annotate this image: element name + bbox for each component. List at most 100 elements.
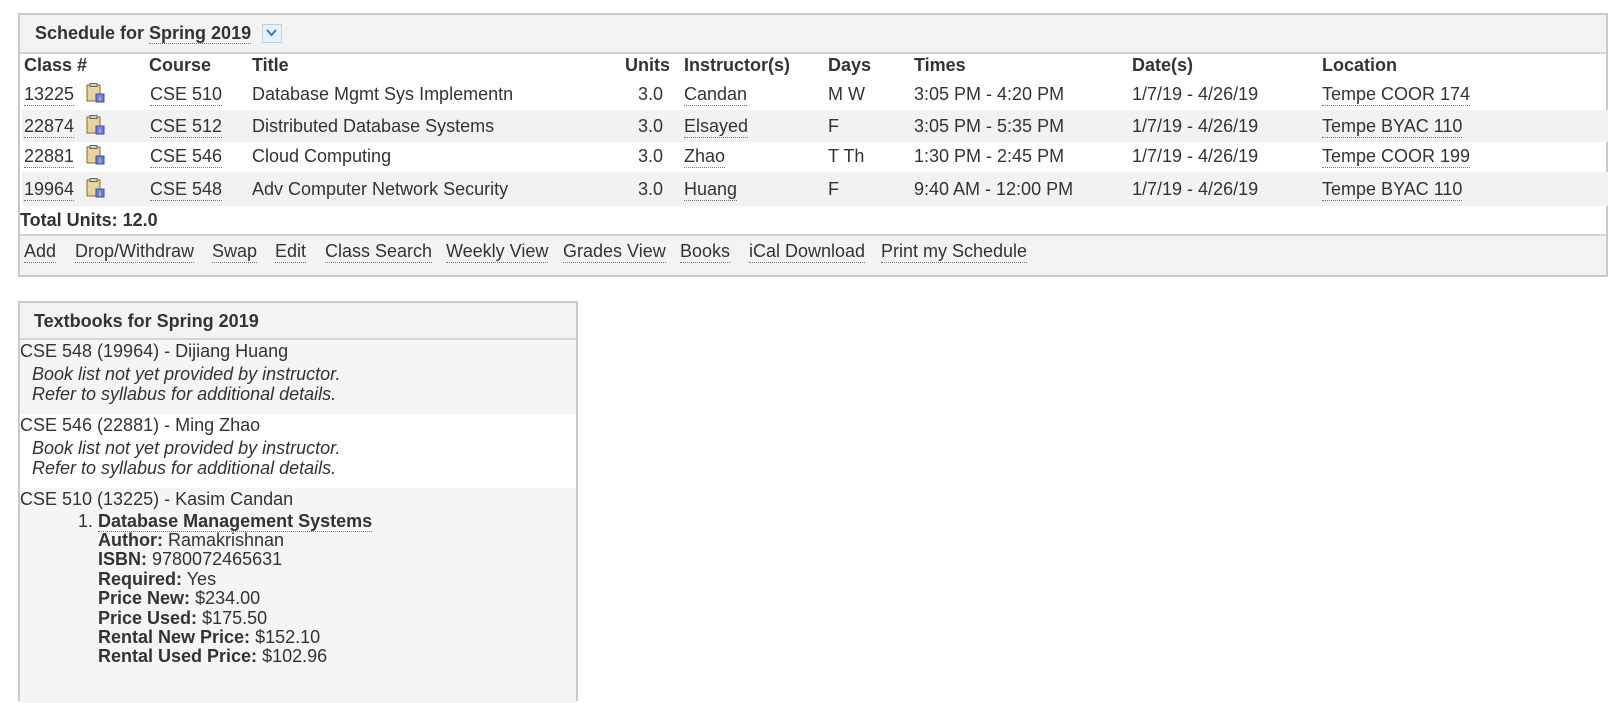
class-details-icon[interactable]: i — [85, 115, 105, 135]
chevron-down-icon — [266, 29, 277, 37]
textbooks-titlebar: Textbooks for Spring 2019 — [20, 303, 576, 340]
svg-text:i: i — [99, 190, 101, 198]
add-link[interactable]: Add — [24, 241, 57, 263]
textbooks-panel: Textbooks for Spring 2019 CSE 548 (19964… — [18, 301, 578, 703]
course-title: Adv Computer Network Security — [252, 179, 509, 199]
times: 3:05 PM - 5:35 PM — [914, 116, 1065, 136]
instructor-link[interactable]: Huang — [684, 179, 738, 201]
class-number-link[interactable]: 22874 — [24, 116, 75, 138]
instructor-link[interactable]: Zhao — [684, 146, 726, 168]
days: F — [828, 116, 839, 136]
course-link[interactable]: CSE 548 — [150, 179, 223, 201]
textbook-note: Refer to syllabus for additional details… — [32, 458, 337, 478]
col-header-instructors: Instructor(s) — [684, 55, 791, 75]
textbooks-title: Textbooks for Spring 2019 — [34, 311, 259, 331]
location-link[interactable]: Tempe BYAC 110 — [1322, 179, 1463, 201]
class-number-link[interactable]: 22881 — [24, 146, 75, 168]
book-rental-used-value: $102.96 — [262, 646, 328, 666]
course-link[interactable]: CSE 512 — [150, 116, 223, 138]
course-title: Distributed Database Systems — [252, 116, 495, 136]
book-required: Required: Yes — [98, 569, 216, 590]
col-header-days: Days — [828, 55, 872, 75]
instructor-link[interactable]: Candan — [684, 84, 748, 106]
col-header-location: Location — [1322, 55, 1397, 75]
col-header-times: Times — [914, 55, 966, 75]
dates: 1/7/19 - 4/26/19 — [1132, 84, 1259, 104]
times: 3:05 PM - 4:20 PM — [914, 84, 1065, 104]
term-dropdown-button[interactable] — [262, 23, 283, 43]
term-label[interactable]: Spring 2019 — [149, 23, 252, 44]
book-rental-new-value: $152.10 — [255, 627, 321, 647]
textbook-section: CSE 546 (22881) - Ming Zhao Book list no… — [20, 414, 576, 488]
textbook-section-heading: CSE 546 (22881) - Ming Zhao — [20, 415, 261, 435]
book-title-link[interactable]: Database Management Systems — [98, 511, 373, 532]
book-author-value: Ramakrishnan — [168, 530, 285, 550]
book-author-label: Author: — [98, 530, 163, 550]
units: 3.0 — [638, 146, 664, 166]
days: M W — [828, 84, 865, 104]
book-price-new-label: Price New: — [98, 588, 191, 608]
svg-text:i: i — [99, 157, 101, 165]
table-row: 13225 i CSE 510 Database Mgmt Sys Implem… — [22, 78, 1608, 110]
book-price-used-value: $175.50 — [202, 608, 268, 628]
dates: 1/7/19 - 4/26/19 — [1132, 146, 1259, 166]
table-row: 19964 i CSE 548 Adv Computer Network Sec… — [22, 172, 1608, 206]
book-required-value: Yes — [186, 569, 217, 589]
instructor-link[interactable]: Elsayed — [684, 116, 749, 138]
location-link[interactable]: Tempe COOR 199 — [1322, 146, 1471, 168]
class-details-icon[interactable]: i — [85, 83, 105, 103]
units: 3.0 — [638, 84, 664, 104]
book-rental-new-label: Rental New Price: — [98, 627, 251, 647]
col-header-class-num: Class # — [24, 55, 88, 75]
times: 9:40 AM - 12:00 PM — [914, 179, 1074, 199]
action-bar: Add Drop/Withdraw Swap Edit Class Search… — [20, 236, 1606, 275]
col-header-dates: Date(s) — [1132, 55, 1194, 75]
schedule-panel: Schedule for Spring 2019 Class # Course … — [18, 13, 1608, 277]
location-link[interactable]: Tempe BYAC 110 — [1322, 116, 1463, 138]
book-isbn-label: ISBN: — [98, 549, 147, 569]
weekly-view-link[interactable]: Weekly View — [446, 241, 549, 263]
class-number-link[interactable]: 19964 — [24, 179, 75, 201]
book-isbn-value: 9780072465631 — [152, 549, 283, 569]
dates: 1/7/19 - 4/26/19 — [1132, 179, 1259, 199]
book-rental-used: Rental Used Price: $102.96 — [98, 646, 327, 667]
book-price-new: Price New: $234.00 — [98, 588, 260, 609]
course-title: Database Mgmt Sys Implementn — [252, 84, 514, 104]
course-title: Cloud Computing — [252, 146, 392, 166]
textbook-note: Book list not yet provided by instructor… — [32, 438, 341, 458]
days: T Th — [828, 146, 865, 166]
grades-view-link[interactable]: Grades View — [563, 241, 666, 263]
textbook-note: Refer to syllabus for additional details… — [32, 384, 337, 404]
course-link[interactable]: CSE 510 — [150, 84, 223, 106]
swap-link[interactable]: Swap — [212, 241, 258, 263]
book-isbn: ISBN: 9780072465631 — [98, 549, 282, 570]
print-schedule-link[interactable]: Print my Schedule — [881, 241, 1028, 263]
svg-text:i: i — [99, 127, 101, 135]
textbook-section-heading: CSE 510 (13225) - Kasim Candan — [20, 489, 294, 509]
class-number-link[interactable]: 13225 — [24, 84, 75, 106]
textbook-section-heading: CSE 548 (19964) - Dijiang Huang — [20, 341, 289, 361]
book-number: 1. — [78, 511, 94, 531]
edit-link[interactable]: Edit — [275, 241, 307, 263]
ical-download-link[interactable]: iCal Download — [749, 241, 866, 263]
course-link[interactable]: CSE 546 — [150, 146, 223, 168]
book-required-label: Required: — [98, 569, 183, 589]
class-search-link[interactable]: Class Search — [325, 241, 433, 263]
units: 3.0 — [638, 179, 664, 199]
textbook-section: CSE 510 (13225) - Kasim Candan 1. Databa… — [20, 488, 576, 703]
col-header-title: Title — [252, 55, 289, 75]
book-item: 1. Database Management Systems — [78, 511, 373, 532]
location-link[interactable]: Tempe COOR 174 — [1322, 84, 1471, 106]
units: 3.0 — [638, 116, 664, 136]
book-price-used: Price Used: $175.50 — [98, 608, 267, 629]
times: 1:30 PM - 2:45 PM — [914, 146, 1065, 166]
class-details-icon[interactable]: i — [85, 178, 105, 198]
table-row: 22874 i CSE 512 Distributed Database Sys… — [22, 110, 1608, 142]
class-details-icon[interactable]: i — [85, 145, 105, 165]
books-link[interactable]: Books — [680, 241, 731, 263]
drop-withdraw-link[interactable]: Drop/Withdraw — [75, 241, 195, 263]
col-header-units: Units — [625, 55, 670, 75]
book-rental-used-label: Rental Used Price: — [98, 646, 258, 666]
total-units: Total Units: 12.0 — [20, 210, 158, 230]
book-author: Author: Ramakrishnan — [98, 530, 284, 551]
